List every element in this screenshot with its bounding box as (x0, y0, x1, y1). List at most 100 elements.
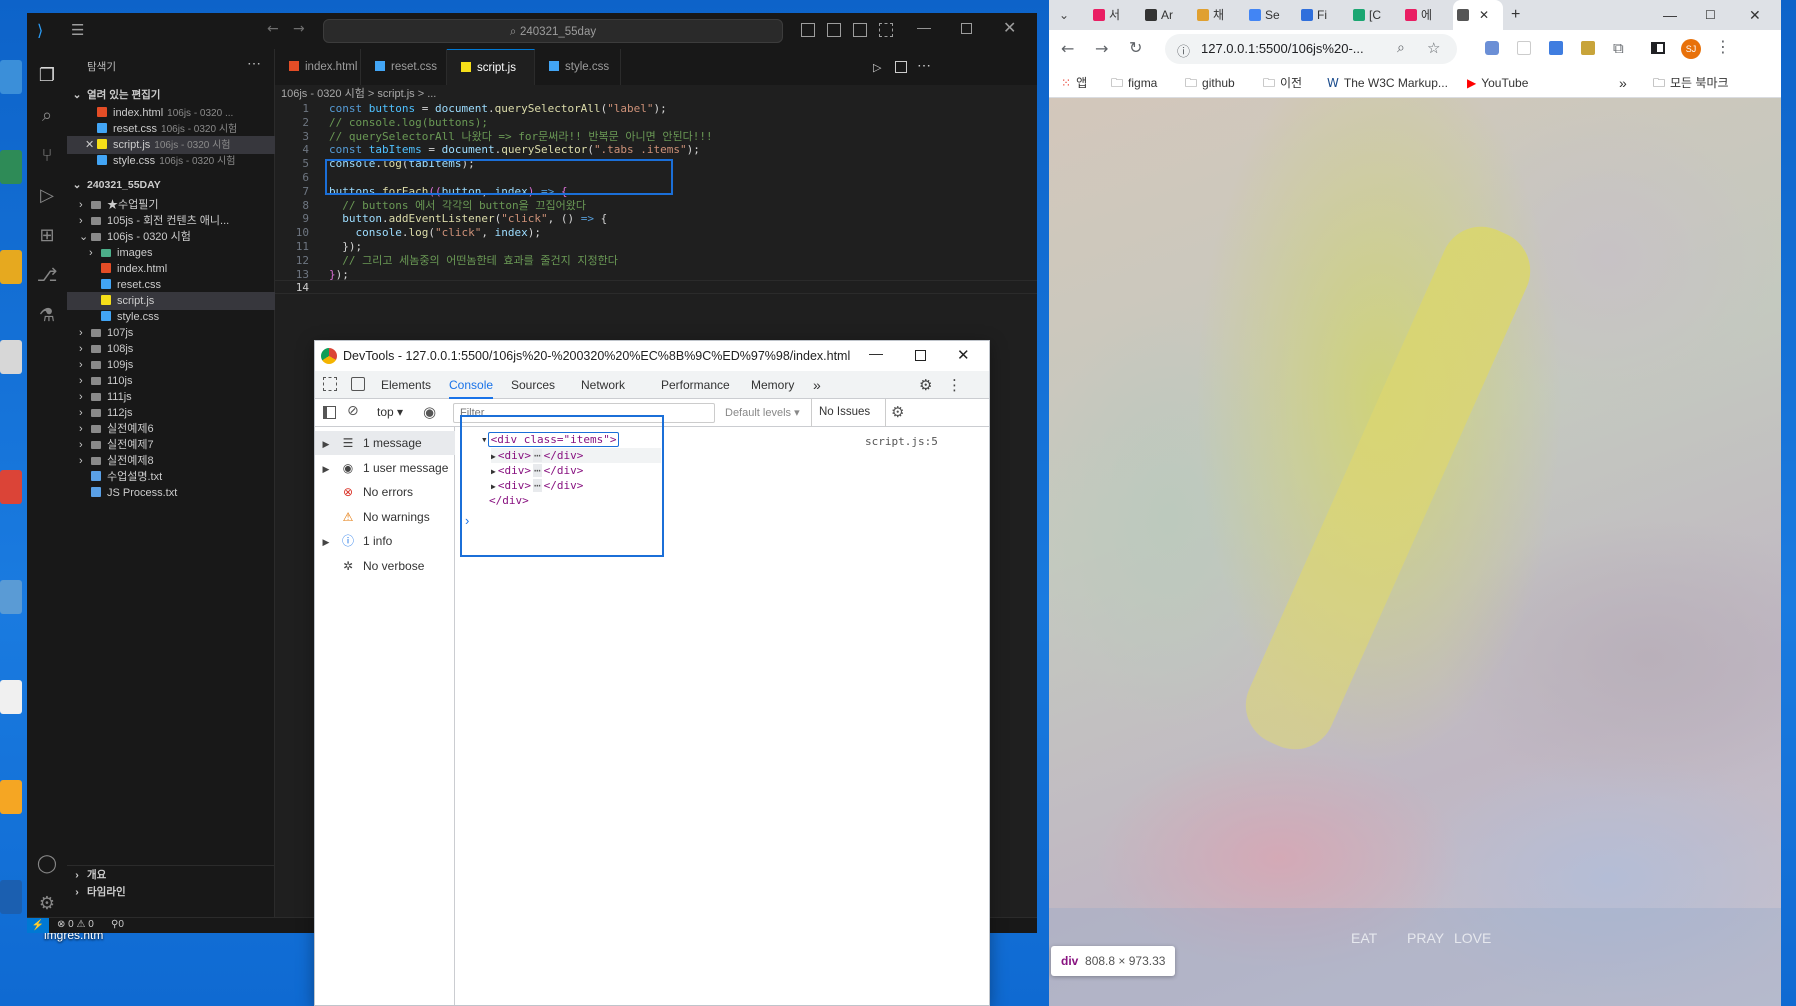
more-options-icon[interactable]: ⋮ (947, 376, 962, 394)
browser-tab[interactable]: [C (1349, 0, 1399, 30)
desktop-shortcut-icon[interactable] (0, 340, 22, 374)
command-center-search[interactable]: ⌕ 240321_55day (323, 19, 783, 43)
browser-tab[interactable]: Ar (1141, 0, 1191, 30)
devtools-tab-elements[interactable]: Elements (381, 371, 431, 399)
extension-icon[interactable] (1581, 41, 1595, 55)
close-icon[interactable]: ✕ (1003, 18, 1016, 37)
bookmark-item[interactable]: 🗀 github (1185, 68, 1235, 98)
workspace-header[interactable]: ⌄ 240321_55DAY (67, 176, 275, 194)
more-actions-icon[interactable]: ⋯ (917, 57, 931, 74)
explorer-icon[interactable]: ❐ (36, 65, 58, 87)
all-bookmarks-folder[interactable]: 🗀 모든 북마크 (1653, 68, 1729, 98)
context-selector[interactable]: top ▾ (377, 405, 403, 419)
side-panel-icon[interactable] (1651, 42, 1665, 54)
devtools-tab-performance[interactable]: Performance (661, 371, 730, 399)
reload-icon[interactable]: ↻ (1129, 38, 1142, 57)
open-editor-item[interactable]: style.css 106js - 0320 시험 (67, 152, 275, 170)
desktop-shortcut-icon[interactable] (0, 680, 22, 714)
timeline-header[interactable]: › 타임라인 (67, 883, 275, 901)
run-icon[interactable]: ▷ (873, 61, 881, 74)
editor-tab[interactable]: reset.css (361, 49, 447, 85)
close-tab-icon[interactable]: ✕ (1479, 8, 1489, 22)
forward-icon[interactable]: → (1095, 39, 1108, 58)
bookmark-star-icon[interactable]: ☆ (1427, 39, 1440, 57)
chrome-menu-icon[interactable]: ⋮ (1715, 37, 1731, 56)
outline-header[interactable]: › 개요 (67, 865, 275, 883)
extension-icon[interactable] (1549, 41, 1563, 55)
menu-icon[interactable]: ☰ (71, 21, 89, 39)
console-sidebar-item[interactable]: ⊗ No errors (315, 480, 455, 504)
back-arrow-icon[interactable]: ← (267, 21, 279, 37)
bookmark-item[interactable]: 🗀 이전 (1263, 68, 1302, 98)
url-text[interactable]: 127.0.0.1:5500/106js%20-... (1201, 41, 1364, 56)
zoom-icon[interactable]: ⌕ (1397, 40, 1405, 56)
desktop-shortcut-icon[interactable] (0, 150, 22, 184)
toggle-secondary-sidebar-icon[interactable] (853, 23, 867, 37)
customize-layout-icon[interactable] (879, 23, 893, 37)
close-icon[interactable]: ✕ (1749, 0, 1761, 30)
log-source-link[interactable]: script.js:5 (865, 435, 938, 448)
console-sidebar-item[interactable]: ▶ ⓘ 1 info (315, 529, 455, 553)
account-icon[interactable]: ◯ (36, 853, 58, 875)
live-expression-eye-icon[interactable]: ◉ (423, 403, 436, 421)
nav-label-pray[interactable]: PRAY (1407, 930, 1444, 946)
remote-indicator-icon[interactable]: ⚡ (27, 918, 49, 933)
console-sidebar-item[interactable]: ▶ ☰ 1 message (315, 431, 455, 455)
issues-counter[interactable]: No Issues (819, 406, 870, 418)
maximize-icon[interactable] (961, 23, 972, 34)
more-tabs-icon[interactable]: » (813, 371, 821, 399)
desktop-shortcut-icon[interactable] (0, 580, 22, 614)
extension-icon[interactable] (1485, 41, 1499, 55)
toggle-panel-icon[interactable] (827, 23, 841, 37)
site-info-icon[interactable]: ⓘ (1177, 41, 1190, 60)
maximize-icon[interactable]: ☐ (1705, 0, 1716, 30)
nav-label-love[interactable]: LOVE (1454, 930, 1491, 946)
address-bar[interactable]: ⓘ 127.0.0.1:5500/106js%20-... ⌕ ☆ (1165, 34, 1457, 64)
nav-label-eat[interactable]: EAT (1351, 930, 1377, 946)
devtools-tab-sources[interactable]: Sources (511, 371, 555, 399)
device-toggle-icon[interactable] (351, 377, 365, 391)
settings-gear-icon[interactable]: ⚙ (919, 376, 932, 394)
ports-indicator[interactable]: ⚲0 (111, 919, 124, 930)
browser-tab[interactable]: 에 (1401, 0, 1451, 30)
browser-tab[interactable]: Se (1245, 0, 1295, 30)
split-editor-icon[interactable] (895, 61, 907, 73)
bookmark-item[interactable]: ⁙ 앱 (1061, 68, 1087, 98)
console-sidebar-item[interactable]: ⚠ No warnings (315, 505, 455, 529)
editor-tab[interactable]: script.js (447, 49, 535, 85)
console-settings-icon[interactable]: ⚙ (891, 403, 904, 421)
code-line[interactable]: // 그리고 세놈중의 어떤놈한테 효과를 줄건지 지정한다 (329, 253, 618, 269)
back-icon[interactable]: ← (1061, 39, 1074, 58)
console-sidebar-item[interactable]: ✲ No verbose (315, 554, 455, 578)
desktop-shortcut-icon[interactable] (0, 60, 22, 94)
chrome-shortcut-icon[interactable] (0, 470, 22, 504)
browser-tab[interactable]: Fi (1297, 0, 1347, 30)
extensions-icon[interactable]: ⊞ (36, 225, 58, 247)
open-editors-header[interactable]: ⌄ 열려 있는 편집기 (67, 86, 275, 104)
page-viewport[interactable]: EAT PRAY LOVE div 808.8 × 973.33 (1049, 98, 1781, 1006)
zip-shortcut-icon[interactable] (0, 880, 22, 914)
tree-item[interactable]: JS Process.txt (67, 484, 275, 502)
profile-avatar[interactable]: SJ (1681, 39, 1701, 59)
testing-icon[interactable]: ⚗ (36, 305, 58, 327)
minimize-icon[interactable]: — (869, 345, 883, 361)
run-debug-icon[interactable]: ▷ (36, 185, 58, 207)
devtools-tab-memory[interactable]: Memory (751, 371, 794, 399)
settings-gear-icon[interactable]: ⚙ (36, 893, 58, 915)
tab-search-icon[interactable]: ⌄ (1059, 0, 1069, 30)
search-icon[interactable]: ⌕ (36, 105, 58, 127)
console-output[interactable]: script.js:5 ▾ <div class="items"> ▶ <div> ⋯… (455, 415, 989, 1005)
extensions-puzzle-icon[interactable]: ⧉ (1613, 39, 1624, 57)
devtools-tab-console[interactable]: Console (449, 371, 494, 399)
bookmark-item[interactable]: ▶ YouTube (1467, 68, 1528, 98)
browser-tab[interactable]: 채 (1193, 0, 1243, 30)
source-control-icon[interactable]: ⑂ (36, 145, 58, 167)
problems-indicator[interactable]: ⊗ 0 ⚠ 0 (57, 919, 94, 930)
clear-console-icon[interactable]: ⊘ (347, 403, 359, 419)
show-sidebar-icon[interactable] (323, 406, 336, 419)
minimize-icon[interactable]: — (1663, 0, 1677, 30)
browser-tab[interactable]: ✕ (1453, 0, 1503, 30)
editor-tab[interactable]: style.css (535, 49, 621, 85)
maximize-icon[interactable] (915, 350, 926, 361)
console-sidebar-item[interactable]: ▶ ◉ 1 user message (315, 456, 455, 480)
